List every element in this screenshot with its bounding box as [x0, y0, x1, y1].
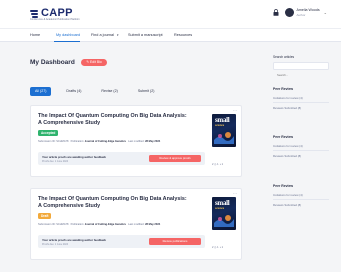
nav-home[interactable]: Home — [30, 33, 40, 37]
sidebar-item-reviews-submitted[interactable]: Reviews Submitted (8) — [273, 203, 301, 207]
meta-mod-label: Last modified: — [128, 140, 145, 143]
sidebar-group-title: Peer Review — [273, 135, 293, 139]
meta-id-label: Submission ID: — [38, 223, 56, 226]
sidebar-item-invitations[interactable]: Invitations for review (4) — [273, 193, 303, 197]
divider — [273, 150, 329, 151]
sidebar-item-invitations[interactable]: Invitations for review (4) — [273, 96, 303, 100]
tab-label: Drafts — [66, 89, 76, 93]
meta-mod: 28 May 2024 — [145, 223, 161, 226]
tab-label: Submit — [137, 89, 149, 93]
nav-my-dashboard[interactable]: My dashboard — [56, 33, 80, 37]
journal-cover[interactable]: small science — [212, 114, 236, 147]
status-badge: Accepted — [38, 130, 59, 136]
tab-all[interactable]: All (27) — [30, 87, 52, 96]
tab-count: (2) — [150, 89, 155, 93]
article-meta: Submission ID: SCHMA78 Publication: Jour… — [38, 223, 160, 226]
more-icon[interactable]: ⋯ — [233, 108, 237, 113]
user-role: Author — [296, 12, 306, 17]
divider — [273, 199, 329, 200]
filter-tabs: All (27) Drafts (4) Revise (2) Submit (2… — [30, 87, 169, 96]
feedback-panel: Your article proofs are awaiting author … — [38, 235, 205, 248]
sidebar-item-invitations[interactable]: Invitations for review (4) — [273, 144, 303, 148]
brand-tagline: Conference & Academic Publication Platfo… — [30, 18, 80, 21]
main-nav: Home My dashboard Find a journal ▾ Submi… — [0, 28, 341, 42]
meta-pub: Journal of Cutting-Edge Genetics — [84, 140, 126, 143]
review-proofs-button[interactable]: Review & approve proofs — [149, 155, 201, 162]
tab-submit[interactable]: Submit (2) — [133, 87, 160, 96]
user-area: Amelia Woods Author ⌄ — [273, 8, 327, 17]
sidebar-item-reviews-submitted[interactable]: Reviews Submitted (8) — [273, 154, 301, 158]
divider — [273, 102, 329, 103]
feedback-date: Proofs due: 1 June 2024 — [42, 242, 69, 246]
cover-subtitle: science — [215, 207, 225, 210]
search-label: Search articles — [273, 55, 295, 59]
nav-resources[interactable]: Resources — [174, 33, 192, 37]
nav-submit-manuscript[interactable]: Submit a manuscript — [128, 33, 163, 37]
tab-count: (27) — [40, 89, 47, 93]
avatar[interactable] — [284, 8, 294, 17]
feedback-title: Your article proofs are awaiting author … — [42, 154, 106, 159]
tab-label: Revise — [101, 89, 113, 93]
card-stats: 2 ◷ 1 ◑ 1 — [212, 163, 224, 166]
status-badge: Draft — [38, 213, 52, 219]
meta-mod: 28 May 2024 — [145, 140, 161, 143]
feedback-panel: Your article proofs are awaiting author … — [38, 152, 205, 165]
feedback-date: Proofs due: 1 June 2024 — [42, 159, 69, 163]
cover-art-icon — [214, 215, 234, 227]
tab-count: (4) — [77, 89, 82, 93]
meta-id: SCHMA78 — [56, 223, 69, 226]
sidebar-group-title: Peer Review — [273, 184, 293, 188]
meta-pub-label: Publication: — [70, 223, 85, 226]
logo-mark-icon — [30, 8, 40, 18]
meta-id-label: Submission ID: — [38, 140, 56, 143]
cover-title: small — [215, 116, 230, 124]
user-info[interactable]: Amelia Woods Author — [297, 8, 320, 16]
more-icon[interactable]: ⋯ — [233, 191, 237, 196]
search-input[interactable] — [274, 72, 328, 78]
card-stats: 2 ◷ 1 ◑ 1 — [212, 246, 224, 249]
tab-drafts[interactable]: Drafts (4) — [61, 87, 86, 96]
cover-art-icon — [214, 132, 234, 144]
meta-mod-label: Last modified: — [128, 223, 145, 226]
article-title[interactable]: The Impact Of Quantum Computing On Big D… — [38, 113, 188, 127]
review-publications-button[interactable]: Review publications — [149, 238, 201, 245]
lock-icon[interactable] — [273, 9, 279, 16]
top-bar: CAPP Conference & Academic Publication P… — [0, 0, 341, 28]
cover-subtitle: science — [215, 124, 225, 127]
sidebar-group-title: Peer Review — [273, 87, 293, 91]
edit-bio-button[interactable]: ✎ Edit Bio — [81, 59, 107, 66]
feedback-title: Your article proofs are awaiting author … — [42, 237, 106, 242]
article-card[interactable]: ⋯ The Impact Of Quantum Computing On Big… — [30, 188, 242, 260]
tab-count: (2) — [113, 89, 118, 93]
chevron-down-icon[interactable]: ▾ — [117, 33, 119, 37]
article-title[interactable]: The Impact Of Quantum Computing On Big D… — [38, 196, 188, 210]
article-card[interactable]: ⋯ The Impact Of Quantum Computing On Big… — [30, 105, 242, 177]
page-title: My Dashboard — [30, 59, 75, 66]
meta-pub-label: Publication: — [70, 140, 85, 143]
meta-pub: Journal of Cutting-Edge Genetics — [84, 223, 126, 226]
sidebar-item-reviews-submitted[interactable]: Reviews Submitted (8) — [273, 106, 301, 110]
edit-bio-label: Edit Bio — [90, 60, 102, 64]
journal-cover[interactable]: small science — [212, 197, 236, 230]
article-meta: Submission ID: SCHMA78 Publication: Jour… — [38, 140, 160, 143]
tab-revise[interactable]: Revise (2) — [96, 87, 122, 96]
meta-id: SCHMA78 — [56, 140, 69, 143]
nav-active-indicator — [54, 41, 80, 42]
tab-label: All — [35, 89, 39, 93]
nav-find-journal[interactable]: Find a journal — [91, 33, 114, 37]
cover-title: small — [215, 199, 230, 207]
chevron-down-icon[interactable]: ⌄ — [324, 10, 327, 15]
search-field[interactable] — [273, 62, 329, 78]
